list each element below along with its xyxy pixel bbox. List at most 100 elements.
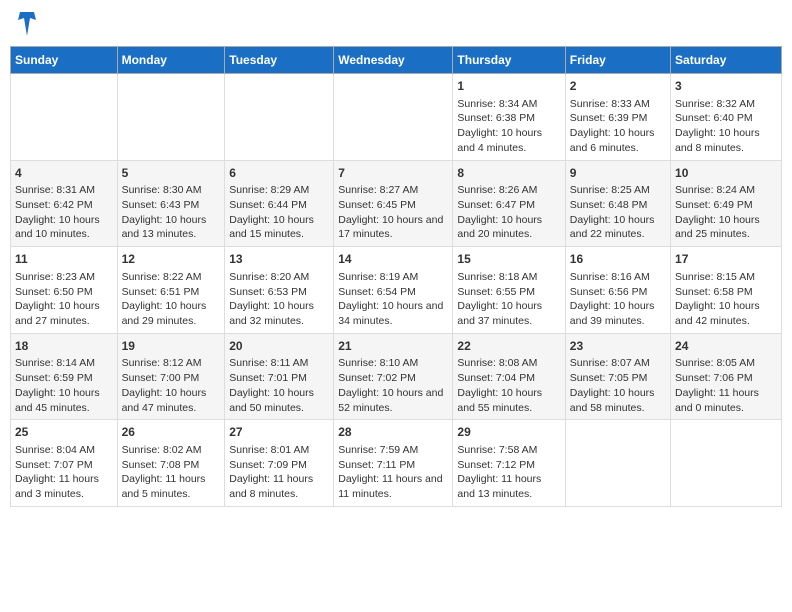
week-row-1: 1 Sunrise: 8:34 AM Sunset: 6:38 PM Daylig… <box>11 74 782 161</box>
day-info: Sunrise: 8:10 AM Sunset: 7:02 PM Dayligh… <box>338 356 448 415</box>
day-info: Sunrise: 8:31 AM Sunset: 6:42 PM Dayligh… <box>15 183 113 242</box>
day-info: Sunrise: 8:19 AM Sunset: 6:54 PM Dayligh… <box>338 270 448 329</box>
day-cell: 4Sunrise: 8:31 AM Sunset: 6:42 PM Daylig… <box>11 160 118 247</box>
col-header-monday: Monday <box>117 47 225 74</box>
day-info: Sunrise: 8:15 AM Sunset: 6:58 PM Dayligh… <box>675 270 777 329</box>
day-info: Sunrise: 8:01 AM Sunset: 7:09 PM Dayligh… <box>229 443 329 502</box>
day-info: Sunrise: 8:05 AM Sunset: 7:06 PM Dayligh… <box>675 356 777 415</box>
day-cell <box>117 74 225 161</box>
day-info: Sunrise: 8:16 AM Sunset: 6:56 PM Dayligh… <box>570 270 666 329</box>
day-cell: 18Sunrise: 8:14 AM Sunset: 6:59 PM Dayli… <box>11 333 118 420</box>
day-cell: 2Sunrise: 8:33 AM Sunset: 6:39 PM Daylig… <box>565 74 670 161</box>
day-number: 21 <box>338 338 448 355</box>
day-info: Sunrise: 8:25 AM Sunset: 6:48 PM Dayligh… <box>570 183 666 242</box>
day-info: Sunrise: 7:59 AM Sunset: 7:11 PM Dayligh… <box>338 443 448 502</box>
day-number: 12 <box>122 251 221 268</box>
day-info: Sunrise: 8:18 AM Sunset: 6:55 PM Dayligh… <box>457 270 560 329</box>
week-row-3: 11 Sunrise: 8:23 AM Sunset: 6:50 PM Dayli… <box>11 247 782 334</box>
day-number: 6 <box>229 165 329 182</box>
day-info: Sunrise: 8:23 AM Sunset: 6:50 PM Dayligh… <box>15 270 113 329</box>
day-cell: 23Sunrise: 8:07 AM Sunset: 7:05 PM Dayli… <box>565 333 670 420</box>
logo-icon <box>16 10 38 38</box>
day-cell: 11 Sunrise: 8:23 AM Sunset: 6:50 PM Dayli… <box>11 247 118 334</box>
day-number: 23 <box>570 338 666 355</box>
day-cell: 24Sunrise: 8:05 AM Sunset: 7:06 PM Dayli… <box>671 333 782 420</box>
day-cell: 9Sunrise: 8:25 AM Sunset: 6:48 PM Daylig… <box>565 160 670 247</box>
day-cell: 27 Sunrise: 8:01 AM Sunset: 7:09 PM Dayli… <box>225 420 334 507</box>
day-info: Sunrise: 8:07 AM Sunset: 7:05 PM Dayligh… <box>570 356 666 415</box>
day-number: 1 <box>457 78 560 95</box>
day-cell <box>334 74 453 161</box>
day-cell <box>225 74 334 161</box>
day-number: 20 <box>229 338 329 355</box>
day-cell: 1 Sunrise: 8:34 AM Sunset: 6:38 PM Daylig… <box>453 74 565 161</box>
day-number: 7 <box>338 165 448 182</box>
day-number: 4 <box>15 165 113 182</box>
col-header-sunday: Sunday <box>11 47 118 74</box>
day-number: 9 <box>570 165 666 182</box>
day-number: 3 <box>675 78 777 95</box>
day-cell: 3 Sunrise: 8:32 AM Sunset: 6:40 PM Daylig… <box>671 74 782 161</box>
day-info: Sunrise: 8:24 AM Sunset: 6:49 PM Dayligh… <box>675 183 777 242</box>
day-cell: 7Sunrise: 8:27 AM Sunset: 6:45 PM Daylig… <box>334 160 453 247</box>
day-cell: 14 Sunrise: 8:19 AM Sunset: 6:54 PM Dayli… <box>334 247 453 334</box>
day-cell: 28 Sunrise: 7:59 AM Sunset: 7:11 PM Dayli… <box>334 420 453 507</box>
day-cell: 20Sunrise: 8:11 AM Sunset: 7:01 PM Dayli… <box>225 333 334 420</box>
day-info: Sunrise: 8:34 AM Sunset: 6:38 PM Dayligh… <box>457 97 560 156</box>
day-info: Sunrise: 8:12 AM Sunset: 7:00 PM Dayligh… <box>122 356 221 415</box>
day-number: 8 <box>457 165 560 182</box>
calendar-table: SundayMondayTuesdayWednesdayThursdayFrid… <box>10 46 782 507</box>
day-info: Sunrise: 8:04 AM Sunset: 7:07 PM Dayligh… <box>15 443 113 502</box>
day-info: Sunrise: 8:29 AM Sunset: 6:44 PM Dayligh… <box>229 183 329 242</box>
day-cell: 6Sunrise: 8:29 AM Sunset: 6:44 PM Daylig… <box>225 160 334 247</box>
day-info: Sunrise: 8:27 AM Sunset: 6:45 PM Dayligh… <box>338 183 448 242</box>
col-header-saturday: Saturday <box>671 47 782 74</box>
day-number: 5 <box>122 165 221 182</box>
day-cell: 21Sunrise: 8:10 AM Sunset: 7:02 PM Dayli… <box>334 333 453 420</box>
day-number: 26 <box>122 424 221 441</box>
day-number: 28 <box>338 424 448 441</box>
day-cell <box>671 420 782 507</box>
day-cell: 16 Sunrise: 8:16 AM Sunset: 6:56 PM Dayli… <box>565 247 670 334</box>
day-info: Sunrise: 8:11 AM Sunset: 7:01 PM Dayligh… <box>229 356 329 415</box>
day-cell <box>565 420 670 507</box>
day-number: 27 <box>229 424 329 441</box>
day-info: Sunrise: 8:08 AM Sunset: 7:04 PM Dayligh… <box>457 356 560 415</box>
day-info: Sunrise: 8:02 AM Sunset: 7:08 PM Dayligh… <box>122 443 221 502</box>
day-number: 11 <box>15 251 113 268</box>
page-header <box>10 10 782 38</box>
day-number: 18 <box>15 338 113 355</box>
day-cell: 25 Sunrise: 8:04 AM Sunset: 7:07 PM Dayli… <box>11 420 118 507</box>
day-cell: 19Sunrise: 8:12 AM Sunset: 7:00 PM Dayli… <box>117 333 225 420</box>
week-row-5: 25 Sunrise: 8:04 AM Sunset: 7:07 PM Dayli… <box>11 420 782 507</box>
day-info: Sunrise: 8:33 AM Sunset: 6:39 PM Dayligh… <box>570 97 666 156</box>
day-info: Sunrise: 8:22 AM Sunset: 6:51 PM Dayligh… <box>122 270 221 329</box>
day-info: Sunrise: 8:30 AM Sunset: 6:43 PM Dayligh… <box>122 183 221 242</box>
day-number: 22 <box>457 338 560 355</box>
day-number: 24 <box>675 338 777 355</box>
day-number: 15 <box>457 251 560 268</box>
logo <box>14 10 38 38</box>
col-header-tuesday: Tuesday <box>225 47 334 74</box>
day-number: 10 <box>675 165 777 182</box>
day-cell <box>11 74 118 161</box>
day-info: Sunrise: 7:58 AM Sunset: 7:12 PM Dayligh… <box>457 443 560 502</box>
day-number: 16 <box>570 251 666 268</box>
col-header-friday: Friday <box>565 47 670 74</box>
day-number: 13 <box>229 251 329 268</box>
header-row: SundayMondayTuesdayWednesdayThursdayFrid… <box>11 47 782 74</box>
day-number: 14 <box>338 251 448 268</box>
day-number: 29 <box>457 424 560 441</box>
day-cell: 10Sunrise: 8:24 AM Sunset: 6:49 PM Dayli… <box>671 160 782 247</box>
day-cell: 8Sunrise: 8:26 AM Sunset: 6:47 PM Daylig… <box>453 160 565 247</box>
day-cell: 26 Sunrise: 8:02 AM Sunset: 7:08 PM Dayli… <box>117 420 225 507</box>
calendar-body: 1 Sunrise: 8:34 AM Sunset: 6:38 PM Daylig… <box>11 74 782 507</box>
day-number: 17 <box>675 251 777 268</box>
col-header-thursday: Thursday <box>453 47 565 74</box>
day-info: Sunrise: 8:26 AM Sunset: 6:47 PM Dayligh… <box>457 183 560 242</box>
day-cell: 17 Sunrise: 8:15 AM Sunset: 6:58 PM Dayli… <box>671 247 782 334</box>
day-number: 19 <box>122 338 221 355</box>
day-info: Sunrise: 8:32 AM Sunset: 6:40 PM Dayligh… <box>675 97 777 156</box>
day-number: 25 <box>15 424 113 441</box>
day-info: Sunrise: 8:20 AM Sunset: 6:53 PM Dayligh… <box>229 270 329 329</box>
